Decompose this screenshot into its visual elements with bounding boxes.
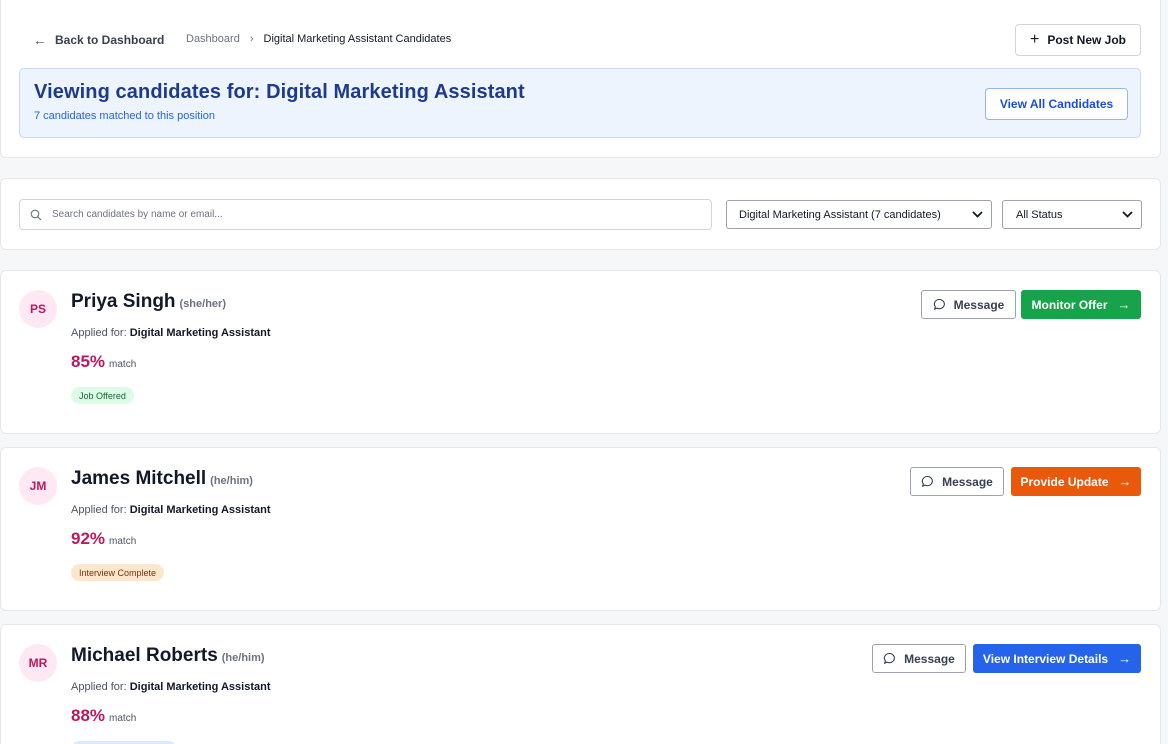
applied-label: Applied for: — [71, 327, 127, 339]
arrow-left-icon: ← — [33, 32, 47, 48]
status-filter-select[interactable]: All Status — [1002, 200, 1142, 229]
applied-label: Applied for: — [71, 681, 127, 693]
avatar: PS — [19, 290, 57, 328]
filter-bar: Digital Marketing Assistant (7 candidate… — [0, 178, 1161, 250]
avatar: JM — [19, 467, 57, 505]
candidate-name-text: Michael Roberts — [71, 645, 218, 666]
action-label: View Interview Details — [982, 651, 1109, 666]
match-percent: 88% — [71, 706, 106, 725]
candidate-name[interactable]: Michael Roberts (he/him) — [71, 645, 265, 667]
applied-for: Applied for: Digital Marketing Assistant — [71, 327, 271, 339]
provide-update-button[interactable]: Provide Update → — [1011, 467, 1141, 496]
post-new-job-button[interactable]: + Post New Job — [1015, 24, 1141, 56]
candidate-name[interactable]: Priya Singh (she/her) — [71, 291, 226, 313]
candidate-pronouns: (she/her) — [179, 298, 226, 310]
breadcrumb-dashboard[interactable]: Dashboard — [186, 33, 240, 45]
status-badge: Interview Complete — [71, 564, 165, 581]
header-card: ← Back to Dashboard Dashboard › Digital … — [0, 0, 1161, 158]
chat-bubble-icon — [921, 475, 934, 487]
job-filter-select[interactable]: Digital Marketing Assistant (7 candidate… — [726, 200, 992, 229]
arrow-right-icon: → — [1118, 651, 1132, 666]
breadcrumb: Dashboard › Digital Marketing Assistant … — [186, 33, 451, 45]
match-score: 85% match — [71, 352, 136, 372]
match-percent: 85% — [71, 352, 106, 371]
applied-for: Applied for: Digital Marketing Assistant — [71, 504, 271, 516]
arrow-right-icon: → — [1118, 474, 1132, 489]
avatar: MR — [19, 644, 57, 682]
candidate-name-text: Priya Singh — [71, 291, 176, 312]
match-label: match — [109, 359, 137, 370]
breadcrumb-current: Digital Marketing Assistant Candidates — [263, 33, 452, 45]
match-label: match — [109, 713, 137, 724]
status-filter-value: All Status — [1016, 208, 1063, 221]
monitor-offer-button[interactable]: Monitor Offer → — [1021, 290, 1141, 319]
candidate-pronouns: (he/him) — [221, 652, 265, 664]
applied-for: Applied for: Digital Marketing Assistant — [71, 681, 271, 693]
chat-bubble-icon — [883, 652, 896, 664]
candidate-name-text: James Mitchell — [71, 468, 207, 489]
banner-title: Viewing candidates for: Digital Marketin… — [34, 81, 525, 103]
candidate-card: PS Priya Singh (she/her) Applied for: Dig… — [0, 270, 1161, 434]
message-label: Message — [942, 474, 993, 489]
applied-label: Applied for: — [71, 504, 127, 516]
search-input[interactable] — [52, 209, 711, 220]
status-badge: Job Offered — [71, 387, 134, 404]
match-label: match — [109, 536, 137, 547]
chat-bubble-icon — [933, 298, 945, 310]
applied-job: Digital Marketing Assistant — [129, 327, 271, 339]
match-score: 92% match — [71, 529, 136, 549]
applied-job: Digital Marketing Assistant — [129, 681, 271, 693]
message-label: Message — [953, 297, 1005, 312]
candidate-pronouns: (he/him) — [210, 475, 253, 487]
position-banner: Viewing candidates for: Digital Marketin… — [19, 68, 1141, 138]
plus-icon: + — [1029, 31, 1040, 48]
chevron-down-icon — [1122, 211, 1133, 218]
message-label: Message — [904, 651, 955, 666]
chevron-down-icon — [972, 211, 983, 218]
match-score: 88% match — [71, 706, 136, 726]
action-label: Provide Update — [1020, 474, 1109, 489]
job-filter-value: Digital Marketing Assistant (7 candidate… — [739, 208, 941, 221]
candidate-card: MR Michael Roberts (he/him) Applied for: … — [0, 624, 1161, 744]
back-to-dashboard-link[interactable]: ← Back to Dashboard — [33, 32, 164, 48]
applied-job: Digital Marketing Assistant — [129, 504, 271, 516]
match-percent: 92% — [71, 529, 106, 548]
back-label: Back to Dashboard — [55, 33, 165, 47]
action-label: Monitor Offer — [1031, 297, 1108, 312]
arrow-right-icon: → — [1117, 297, 1131, 312]
post-new-job-label: Post New Job — [1047, 33, 1127, 47]
banner-subtitle: 7 candidates matched to this position — [34, 110, 216, 122]
view-all-candidates-button[interactable]: View All Candidates — [985, 88, 1128, 120]
chevron-right-icon: › — [249, 33, 254, 45]
message-button[interactable]: Message — [910, 467, 1004, 496]
candidate-name[interactable]: James Mitchell (he/him) — [71, 468, 253, 490]
message-button[interactable]: Message — [872, 644, 966, 673]
candidate-card: JM James Mitchell (he/him) Applied for: D… — [0, 447, 1161, 611]
view-interview-details-button[interactable]: View Interview Details → — [973, 644, 1141, 673]
message-button[interactable]: Message — [921, 290, 1016, 319]
search-icon — [30, 209, 42, 220]
search-box[interactable] — [19, 199, 712, 230]
